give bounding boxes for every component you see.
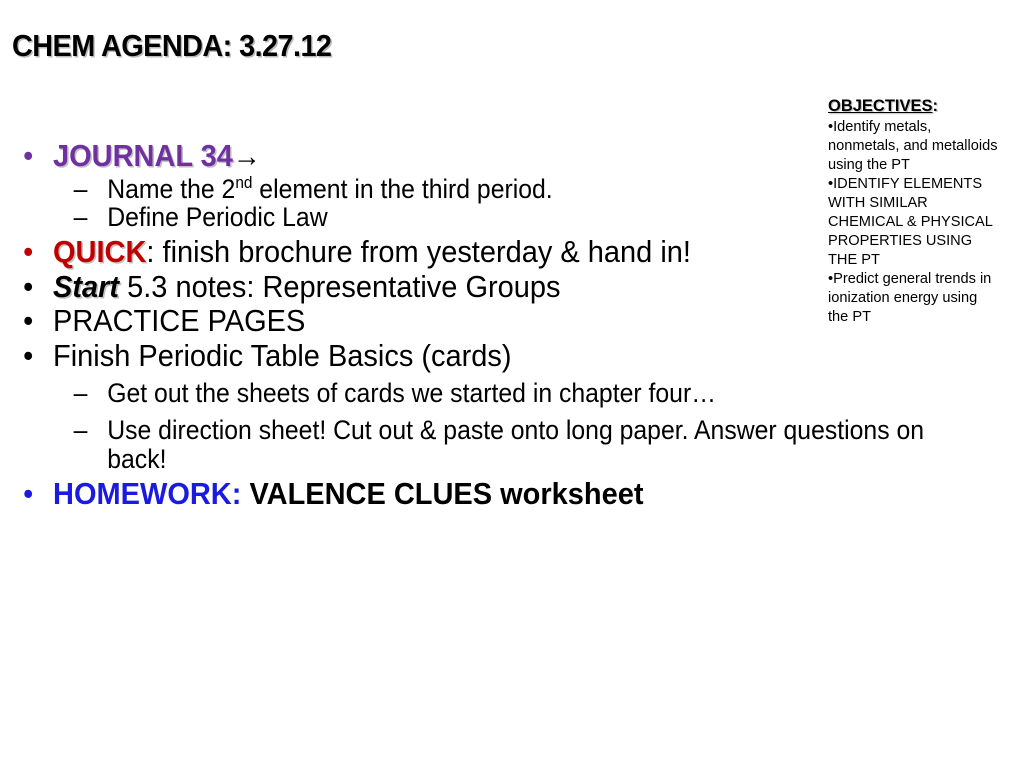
list-item-start-notes[interactable]: • Start 5.3 notes: Representative Groups — [10, 268, 857, 304]
dash-icon: – — [73, 173, 88, 204]
objectives-heading-text: OBJECTIVES — [828, 97, 933, 115]
define-periodic-law-label: Define Periodic Law — [107, 202, 328, 233]
objective-item: •Predict general trends in ionization en… — [828, 270, 998, 327]
start-rest-text: 5.3 notes: Representative Groups — [119, 268, 561, 304]
agenda-list: • JOURNAL 34→ – Name the 2nd element in th… — [10, 139, 924, 512]
objective-item-label: IDENTIFY ELEMENTS WITH SIMILAR CHEMICAL … — [828, 176, 993, 269]
start-label: Start — [53, 268, 120, 304]
objectives-panel: OBJECTIVES: •Identify metals, nonmetals,… — [828, 96, 998, 327]
list-item-homework[interactable]: • HOMEWORK: VALENCE CLUES worksheet — [10, 475, 857, 511]
list-item-name-element[interactable]: – Name the 2nd element in the third perio… — [10, 173, 930, 204]
dash-icon: – — [73, 202, 88, 233]
objectives-heading-colon: : — [932, 97, 939, 115]
quick-label: QUICK — [53, 233, 147, 269]
ordinal-suffix: nd — [235, 173, 253, 192]
name-element-text-post: element in the third period. — [252, 173, 553, 204]
journal-label: JOURNAL 34 — [53, 138, 233, 173]
objective-item: •Identify metals, nonmetals, and metallo… — [828, 118, 998, 175]
bullet-icon: • — [23, 475, 34, 511]
objective-item-label: Predict general trends in ionization ene… — [828, 271, 992, 326]
list-item-define-periodic-law[interactable]: – Define Periodic Law — [10, 203, 930, 232]
bullet-icon: • — [23, 233, 34, 269]
bullet-icon: • — [23, 268, 34, 304]
bullet-icon: • — [23, 138, 34, 173]
list-item-use-direction-sheet[interactable]: – Use direction sheet! Cut out & paste on… — [10, 416, 930, 473]
arrow-icon: → — [232, 140, 261, 173]
quick-rest-text: : finish brochure from yesterday & hand … — [146, 233, 691, 269]
list-item-quick[interactable]: • QUICK: finish brochure from yesterday &… — [10, 233, 857, 269]
objective-item: •IDENTIFY ELEMENTS WITH SIMILAR CHEMICAL… — [828, 175, 998, 270]
bullet-icon: • — [23, 338, 34, 374]
dash-icon: – — [73, 377, 88, 408]
list-item-finish-pt-basics[interactable]: • Finish Periodic Table Basics (cards) — [10, 338, 857, 374]
name-element-text-pre: Name the 2 — [107, 173, 236, 204]
homework-label: HOMEWORK: — [53, 475, 242, 511]
homework-rest-text: VALENCE CLUES worksheet — [241, 475, 644, 511]
dash-icon: – — [73, 415, 88, 446]
bullet-icon: • — [23, 303, 34, 339]
get-out-cards-label: Get out the sheets of cards we started i… — [107, 377, 716, 408]
list-item-journal[interactable]: • JOURNAL 34→ — [10, 138, 857, 173]
use-direction-sheet-label: Use direction sheet! Cut out & paste ont… — [107, 415, 925, 474]
objective-item-label: Identify metals, nonmetals, and metalloi… — [828, 119, 998, 174]
finish-pt-basics-label: Finish Periodic Table Basics (cards) — [53, 338, 512, 374]
practice-pages-label: PRACTICE PAGES — [53, 303, 306, 339]
page-title: CHEM AGENDA: 3.27.12 — [12, 28, 332, 63]
list-item-practice-pages[interactable]: • PRACTICE PAGES — [10, 303, 857, 339]
list-item-get-out-cards[interactable]: – Get out the sheets of cards we started … — [10, 377, 930, 408]
objectives-heading: OBJECTIVES: — [828, 96, 998, 117]
